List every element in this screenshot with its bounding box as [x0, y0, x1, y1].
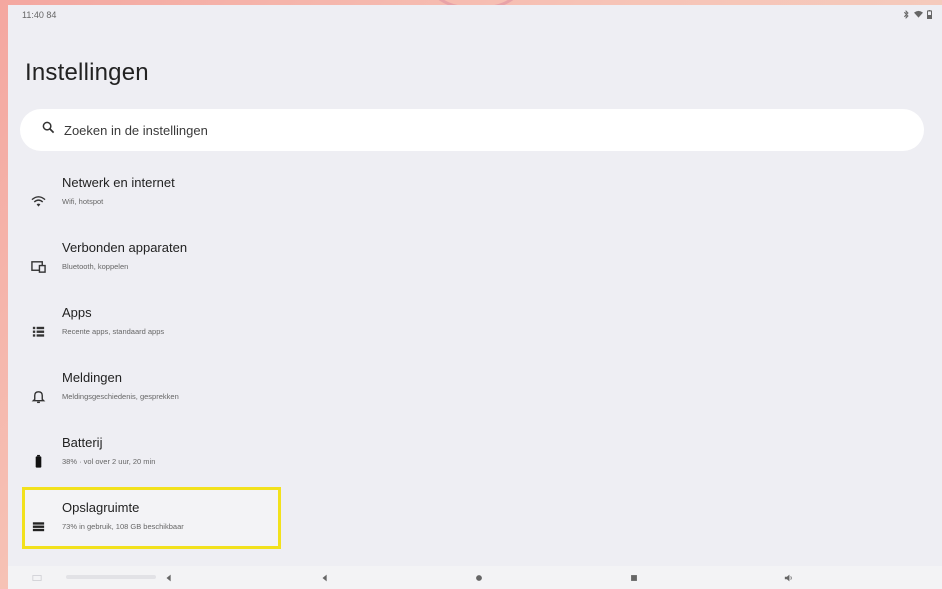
settings-item-apps[interactable]: Apps Recente apps, standaard apps [20, 305, 440, 355]
settings-screen: 11:40 84 Instellingen Zoeken in de inste… [8, 5, 942, 589]
settings-item-title: Apps [62, 305, 92, 320]
search-icon [42, 121, 55, 139]
search-input[interactable]: Zoeken in de instellingen [20, 109, 924, 151]
wifi-icon [30, 193, 46, 209]
settings-item-subtitle: Bluetooth, koppelen [62, 262, 129, 271]
settings-item-battery[interactable]: Batterij 38% · vol over 2 uur, 20 min [20, 435, 440, 485]
navigation-bar [8, 566, 942, 589]
keyboard-icon[interactable] [30, 571, 44, 585]
home-icon[interactable] [472, 571, 486, 585]
nav-handle [66, 575, 156, 579]
battery-icon [927, 9, 932, 21]
settings-item-title: Batterij [62, 435, 103, 450]
back-icon[interactable] [162, 571, 176, 585]
settings-item-notifications[interactable]: Meldingen Meldingsgeschiedenis, gesprekk… [20, 370, 440, 420]
status-icons [903, 9, 932, 21]
settings-item-connected-devices[interactable]: Verbonden apparaten Bluetooth, koppelen [20, 240, 440, 290]
settings-item-subtitle: Wifi, hotspot [62, 197, 104, 206]
connected-devices-icon [30, 258, 46, 274]
wifi-icon [914, 10, 923, 20]
page-title: Instellingen [25, 59, 149, 86]
storage-icon [30, 518, 46, 534]
bell-icon [30, 388, 46, 404]
volume-icon[interactable] [782, 571, 796, 585]
recents-icon[interactable] [627, 571, 641, 585]
settings-item-network[interactable]: Netwerk en internet Wifi, hotspot [20, 175, 440, 225]
settings-item-title: Opslagruimte [62, 500, 140, 515]
settings-item-subtitle: 38% · vol over 2 uur, 20 min [62, 457, 156, 466]
back-icon[interactable] [318, 571, 332, 585]
settings-item-subtitle: Meldingsgeschiedenis, gesprekken [62, 392, 179, 401]
search-placeholder: Zoeken in de instellingen [64, 122, 208, 138]
status-bar: 11:40 84 [8, 5, 942, 25]
settings-item-storage[interactable]: Opslagruimte 73% in gebruik, 108 GB besc… [20, 500, 440, 550]
settings-item-title: Netwerk en internet [62, 175, 175, 190]
status-time: 11:40 84 [22, 10, 57, 20]
settings-item-subtitle: 73% in gebruik, 108 GB beschikbaar [62, 522, 184, 531]
settings-item-title: Verbonden apparaten [62, 240, 188, 255]
settings-item-subtitle: Recente apps, standaard apps [62, 327, 165, 336]
settings-item-title: Meldingen [62, 370, 122, 385]
bluetooth-icon [903, 9, 910, 21]
battery-icon [30, 453, 46, 469]
apps-icon [30, 323, 46, 339]
